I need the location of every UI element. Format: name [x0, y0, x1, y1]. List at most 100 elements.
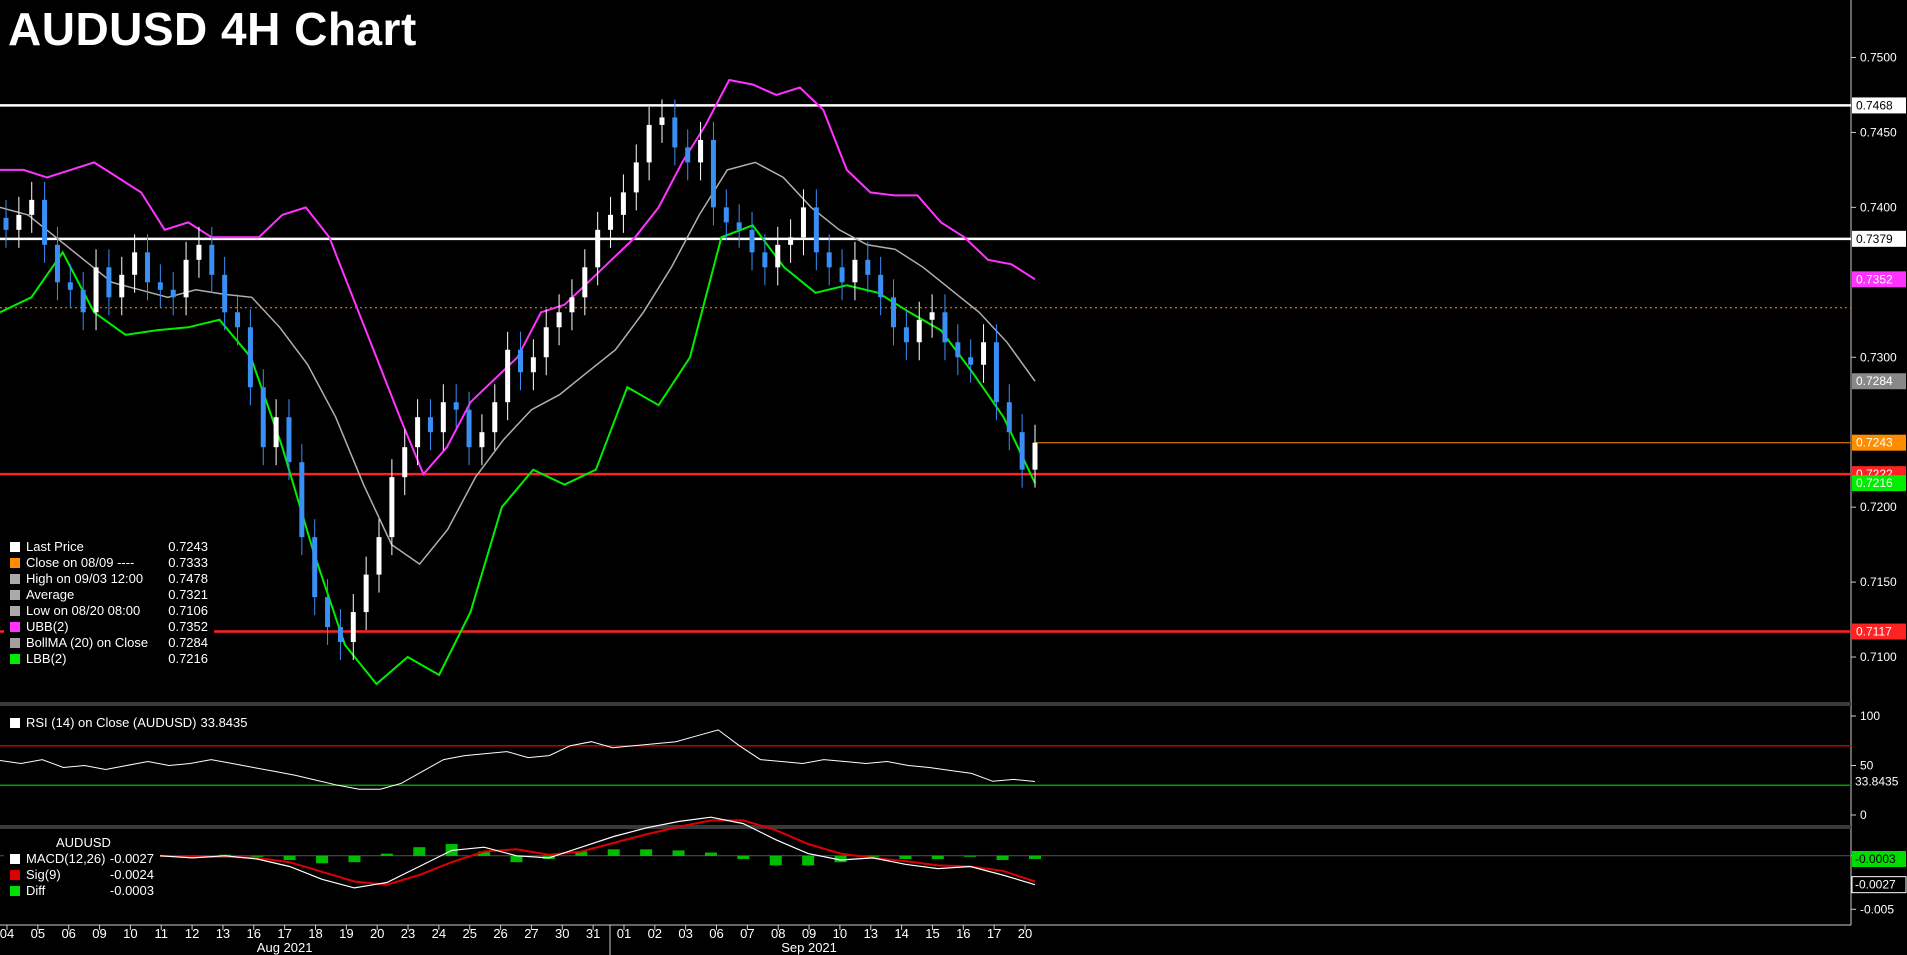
candle-body [530, 357, 536, 373]
x-tick-label: 10 [123, 926, 137, 941]
candle-body [260, 387, 266, 448]
price-badge-label: 0.7284 [1856, 374, 1893, 388]
diff-bar [899, 855, 912, 859]
candle-body [389, 477, 395, 538]
diff-bar [996, 855, 1009, 861]
x-tick-label: 24 [432, 926, 446, 941]
candle-body [1019, 432, 1025, 470]
legend-value: 0.7243 [168, 539, 208, 554]
candle-body [878, 274, 884, 298]
y-tick-label: 0.7150 [1860, 575, 1897, 589]
x-tick-label: 02 [648, 926, 662, 941]
legend-value: 0.7352 [168, 619, 208, 634]
x-tick-label: 09 [92, 926, 106, 941]
macd-legend-row: MACD(12,26) -0.0027 [4, 851, 160, 867]
price-badge-label: 0.7468 [1856, 98, 1893, 112]
candle-body [839, 267, 845, 283]
price-badge-label: 0.7379 [1856, 232, 1893, 246]
candle-body [132, 252, 138, 275]
candle-body [466, 409, 472, 448]
swatch-icon [10, 870, 20, 880]
square-icon [10, 638, 20, 648]
candle-body [350, 612, 356, 643]
diff-bar [348, 855, 361, 863]
x-tick-label: 17 [987, 926, 1001, 941]
legend-value: 0.7478 [168, 571, 208, 586]
y-tick-label: 0.7300 [1860, 350, 1897, 364]
x-tick-label: 04 [0, 926, 14, 941]
x-tick-label: 26 [493, 926, 507, 941]
legend-row: Last Price 0.7243 [4, 539, 214, 555]
candle-body [299, 462, 305, 538]
candle-body [376, 537, 382, 575]
x-tick-label: 13 [864, 926, 878, 941]
rsi-y-tick-label: 0 [1860, 808, 1867, 822]
macd-legend: AUDUSD MACD(12,26) -0.0027 Sig(9) -0.0024 Dif… [4, 835, 160, 905]
candle-body [209, 244, 215, 275]
diff-bar [1029, 855, 1041, 859]
candle-body [620, 192, 626, 215]
candle-body [325, 597, 331, 628]
candle-body [762, 252, 768, 268]
candle-body [582, 267, 588, 298]
price-badge-label: 0.7117 [1856, 625, 1892, 639]
candle-body [479, 432, 485, 448]
candle-body [518, 349, 523, 373]
candle-body [3, 217, 9, 230]
candle-body [93, 267, 99, 313]
candle-body [800, 207, 806, 238]
swatch-icon [10, 886, 20, 896]
price-badge-label: 0.7352 [1856, 272, 1893, 286]
swatch-icon [10, 718, 20, 728]
square-icon [10, 542, 20, 552]
candle-body [170, 289, 176, 298]
candle-body [865, 259, 871, 275]
macd-legend-title: AUDUSD [56, 835, 111, 850]
y-tick-label: 0.7100 [1860, 650, 1897, 664]
candle-body [749, 229, 755, 253]
candle-body [981, 342, 987, 365]
swatch-icon [10, 854, 20, 864]
legend-row: Low on 08/20 08:00 0.7106 [4, 603, 214, 619]
low-marker-icon [10, 606, 20, 616]
candle-body [54, 244, 60, 283]
legend-label: Average [26, 587, 75, 602]
candle-body [415, 417, 421, 448]
x-tick-label: 20 [370, 926, 384, 941]
candle-body [505, 349, 511, 403]
candle-body [119, 274, 125, 298]
diff-bar [510, 855, 523, 863]
candle-body [659, 117, 665, 125]
x-tick-label: 05 [31, 926, 45, 941]
y-tick-label: 0.7500 [1860, 50, 1897, 64]
legend-label: Close on 08/09 ---- [26, 555, 135, 570]
x-tick-label: 18 [308, 926, 322, 941]
rsi-y-tick-label: 100 [1860, 709, 1880, 723]
macd-legend-value: -0.0024 [109, 867, 154, 882]
x-tick-label: 19 [339, 926, 353, 941]
x-period-label: Aug 2021 [257, 940, 313, 955]
candle-body [903, 327, 909, 343]
diff-bar [607, 849, 620, 856]
x-tick-label: 03 [678, 926, 692, 941]
diff-bar [737, 855, 750, 859]
x-tick-label: 20 [1018, 926, 1032, 941]
candle-body [633, 162, 639, 193]
candle-body [929, 312, 935, 320]
price-badge-label: 0.7243 [1856, 436, 1893, 450]
candle-body [312, 537, 318, 598]
candle-body [556, 312, 562, 328]
diff-bar [283, 855, 296, 861]
rsi-legend-row: RSI (14) on Close (AUDUSD) 33.8435 [4, 715, 264, 731]
x-tick-label: 27 [524, 926, 538, 941]
average-marker-icon [10, 590, 20, 600]
x-tick-label: 16 [956, 926, 970, 941]
candle-body [723, 207, 729, 223]
x-tick-label: 07 [740, 926, 754, 941]
x-tick-label: 10 [833, 926, 847, 941]
diff-bar [316, 855, 329, 864]
chart-canvas[interactable]: 0.7500 0.7450 0.7400 0.7300 0.7200 0.7150 0.71… [0, 0, 1907, 955]
candle-body [1032, 442, 1038, 470]
rsi-legend-value: 33.8435 [200, 715, 248, 730]
candle-body [942, 312, 948, 343]
